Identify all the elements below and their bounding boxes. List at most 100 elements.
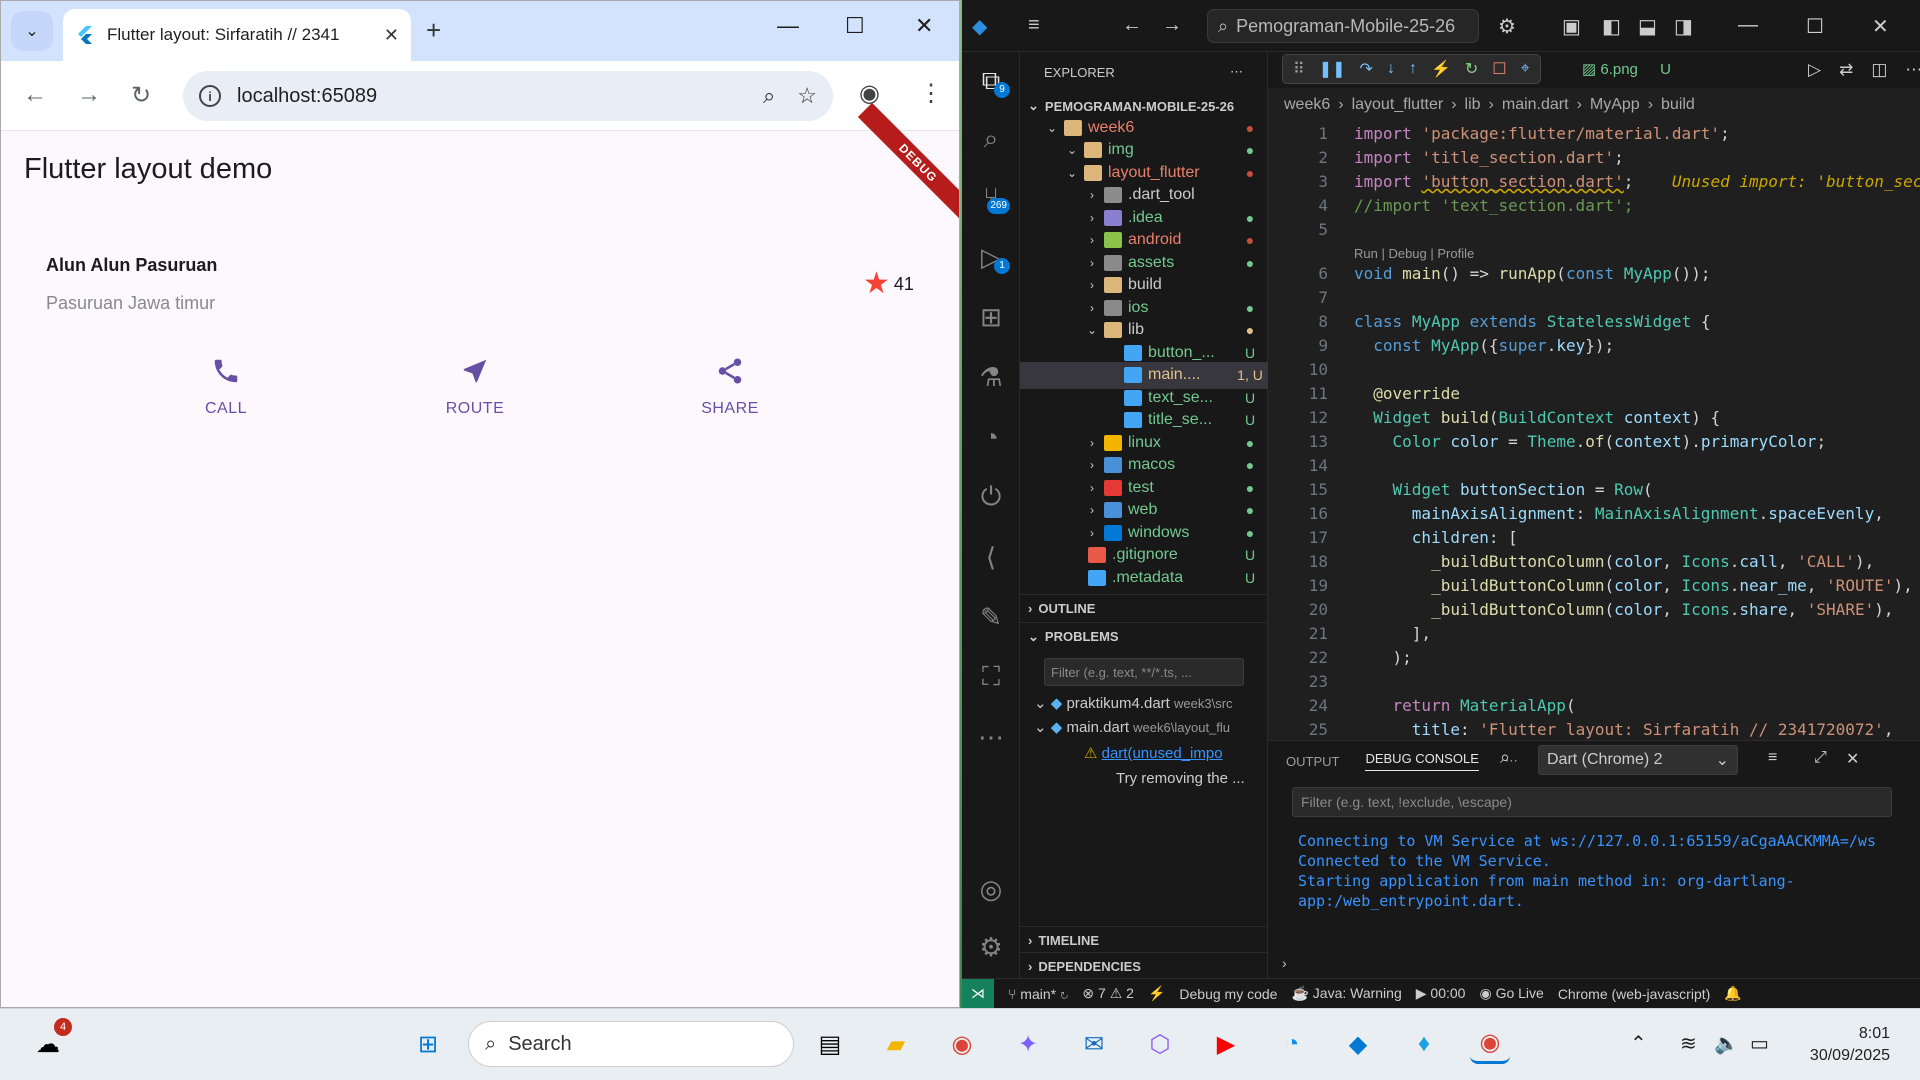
- breadcrumb-item[interactable]: main.dart: [1502, 96, 1569, 114]
- maximize-button[interactable]: ☐: [845, 13, 865, 39]
- source-control-icon[interactable]: ⑂ 269: [972, 178, 1010, 216]
- testing-icon[interactable]: ⚗: [972, 358, 1010, 396]
- site-info-icon[interactable]: i: [199, 85, 221, 107]
- toggle-secondary-sidebar-icon[interactable]: ◨: [1674, 14, 1693, 39]
- tab-debug-console[interactable]: DEBUG CONSOLE: [1365, 751, 1479, 771]
- weather-widget-icon[interactable]: ☁ 4: [28, 1018, 72, 1064]
- edge-icon[interactable]: ◔: [1272, 1024, 1312, 1064]
- accounts-icon[interactable]: ◎: [972, 870, 1010, 908]
- back-button[interactable]: ←: [23, 81, 47, 109]
- codelens[interactable]: Run | Debug | Profile: [1354, 246, 1474, 261]
- vscode-close-button[interactable]: ✕: [1872, 14, 1889, 39]
- debug-my-code-status[interactable]: Debug my code: [1179, 986, 1277, 1002]
- breadcrumb-item[interactable]: build: [1661, 96, 1695, 114]
- editor-tab-image[interactable]: ▨ 6.png U: [1582, 60, 1671, 78]
- app-taskbar-icon[interactable]: ♦: [1404, 1024, 1444, 1064]
- minimize-button[interactable]: —: [777, 13, 799, 39]
- start-icon[interactable]: ⊞: [408, 1024, 448, 1064]
- browser-tab[interactable]: Flutter layout: Sirfaratih // 2341 ✕: [63, 9, 411, 61]
- problems-filter-input[interactable]: Filter (e.g. text, **/*.ts, ...: [1044, 658, 1244, 686]
- target-device-status[interactable]: Chrome (web-javascript): [1558, 986, 1710, 1002]
- file-explorer-icon[interactable]: ▰: [876, 1024, 916, 1064]
- route-button[interactable]: ROUTE: [415, 356, 535, 418]
- console-prompt-icon[interactable]: ›: [1282, 955, 1287, 971]
- toggle-sidebar-icon[interactable]: ◧: [1602, 14, 1621, 39]
- debug-session-select[interactable]: Dart (Chrome) 2 ⌄: [1538, 745, 1738, 775]
- hot-reload-icon[interactable]: ⚡: [1431, 59, 1451, 79]
- problem-file-row[interactable]: ⌄ ◆ praktikum4.dart week3\src: [1034, 694, 1233, 712]
- problem-file-row[interactable]: ⌄ ◆ main.dart week6\layout_flu: [1034, 718, 1230, 736]
- new-tab-button[interactable]: +: [426, 15, 441, 46]
- more-icon[interactable]: ⋯: [972, 718, 1010, 756]
- address-bar[interactable]: i localhost:65089 ⌕ ☆: [183, 71, 833, 121]
- tab-close-icon[interactable]: ✕: [384, 25, 399, 46]
- bookmark-star-icon[interactable]: ☆: [797, 83, 817, 109]
- close-panel-icon[interactable]: ✕: [1846, 749, 1859, 769]
- dependencies-section[interactable]: › DEPENDENCIES: [1020, 952, 1268, 980]
- step-into-icon[interactable]: ↓: [1387, 60, 1395, 78]
- timer-status[interactable]: ▶ 00:00: [1416, 985, 1466, 1002]
- problem-item[interactable]: ⚠ dart(unused_impo: [1084, 744, 1223, 762]
- debug-status-icon[interactable]: ⚡: [1148, 985, 1165, 1002]
- extensions-icon[interactable]: ⊞: [972, 298, 1010, 336]
- copilot-icon[interactable]: ⚙: [1498, 14, 1516, 39]
- task-view-icon[interactable]: ▤: [810, 1024, 850, 1064]
- maximize-panel-icon[interactable]: ⤢: [1814, 749, 1827, 767]
- problems-status[interactable]: ⊗ 7 ⚠ 2: [1082, 985, 1134, 1002]
- vscode-taskbar-icon[interactable]: ◆: [1338, 1024, 1378, 1064]
- run-debug-icon[interactable]: ▷ 1: [972, 238, 1010, 276]
- layout-icon[interactable]: ▣: [1562, 14, 1581, 39]
- taskbar-search[interactable]: ⌕ Search: [468, 1021, 794, 1067]
- split-editor-icon[interactable]: ◫: [1871, 60, 1887, 80]
- outline-section[interactable]: › OUTLINE: [1020, 594, 1268, 622]
- battery-icon[interactable]: ▭: [1750, 1031, 1769, 1056]
- edit-icon[interactable]: ✎: [972, 598, 1010, 636]
- menu-icon[interactable]: ≡: [1028, 14, 1040, 37]
- share-button[interactable]: SHARE: [670, 356, 790, 418]
- nav-back-icon[interactable]: ←: [1122, 14, 1142, 37]
- step-over-icon[interactable]: ↷: [1360, 59, 1373, 79]
- wifi-icon[interactable]: ≋: [1680, 1031, 1697, 1056]
- command-center[interactable]: ⌕ Pemograman-Mobile-25-26: [1207, 9, 1479, 43]
- stop-icon[interactable]: ☐: [1492, 59, 1506, 79]
- tab-search-button[interactable]: ⌄: [11, 11, 53, 51]
- run-icon[interactable]: ▷: [1808, 60, 1821, 80]
- zoom-icon[interactable]: ⌕: [763, 83, 775, 109]
- close-window-button[interactable]: ✕: [915, 13, 933, 39]
- chrome-taskbar-icon[interactable]: ◉: [942, 1024, 982, 1064]
- vscode-maximize-button[interactable]: ☐: [1806, 14, 1824, 39]
- remote-icon[interactable]: ⏻: [972, 478, 1010, 516]
- youtube-icon[interactable]: ▶: [1206, 1024, 1246, 1064]
- pause-icon[interactable]: ❚❚: [1319, 59, 1346, 79]
- outlook-icon[interactable]: ✉: [1074, 1024, 1114, 1064]
- volume-icon[interactable]: 🔈: [1714, 1031, 1739, 1056]
- forward-button[interactable]: →: [77, 81, 101, 109]
- explorer-icon[interactable]: ⧉ 9: [972, 62, 1010, 100]
- golive-status[interactable]: ◉ Go Live: [1479, 985, 1543, 1002]
- nav-forward-icon[interactable]: →: [1162, 14, 1182, 37]
- call-button[interactable]: CALL: [166, 356, 286, 418]
- console-filter-input[interactable]: Filter (e.g. text, !exclude, \escape): [1292, 787, 1892, 817]
- manage-gear-icon[interactable]: ⚙: [972, 928, 1010, 966]
- drag-handle-icon[interactable]: ⠿: [1293, 59, 1305, 79]
- system-clock[interactable]: 8:01 30/09/2025: [1810, 1023, 1890, 1067]
- timeline-section[interactable]: › TIMELINE: [1020, 926, 1268, 954]
- vscode-minimize-button[interactable]: —: [1738, 14, 1758, 37]
- copilot-taskbar-icon[interactable]: ✦: [1008, 1024, 1048, 1064]
- reload-button[interactable]: ↻: [131, 81, 151, 110]
- search-icon[interactable]: ⌕: [1500, 747, 1510, 768]
- explorer-more-icon[interactable]: ⋯: [1230, 64, 1243, 80]
- git-compare-icon[interactable]: ⇄: [1839, 60, 1853, 80]
- restart-icon[interactable]: ↻: [1465, 59, 1478, 79]
- teams-icon[interactable]: ⬡: [1140, 1024, 1180, 1064]
- clear-console-icon[interactable]: ≡: [1768, 749, 1777, 767]
- scan-icon[interactable]: ⛶: [972, 658, 1010, 696]
- github-icon[interactable]: ◔: [972, 418, 1010, 456]
- inspect-icon[interactable]: ⌖: [1521, 60, 1530, 78]
- chrome-active-taskbar-icon[interactable]: ◉: [1470, 1024, 1510, 1064]
- editor-more-icon[interactable]: ⋯: [1905, 60, 1920, 80]
- step-out-icon[interactable]: ↑: [1409, 60, 1417, 78]
- problems-section[interactable]: ⌄ PROBLEMS: [1020, 622, 1268, 650]
- flutter-icon[interactable]: ⟨: [972, 538, 1010, 576]
- java-status[interactable]: ☕ Java: Warning: [1291, 985, 1401, 1002]
